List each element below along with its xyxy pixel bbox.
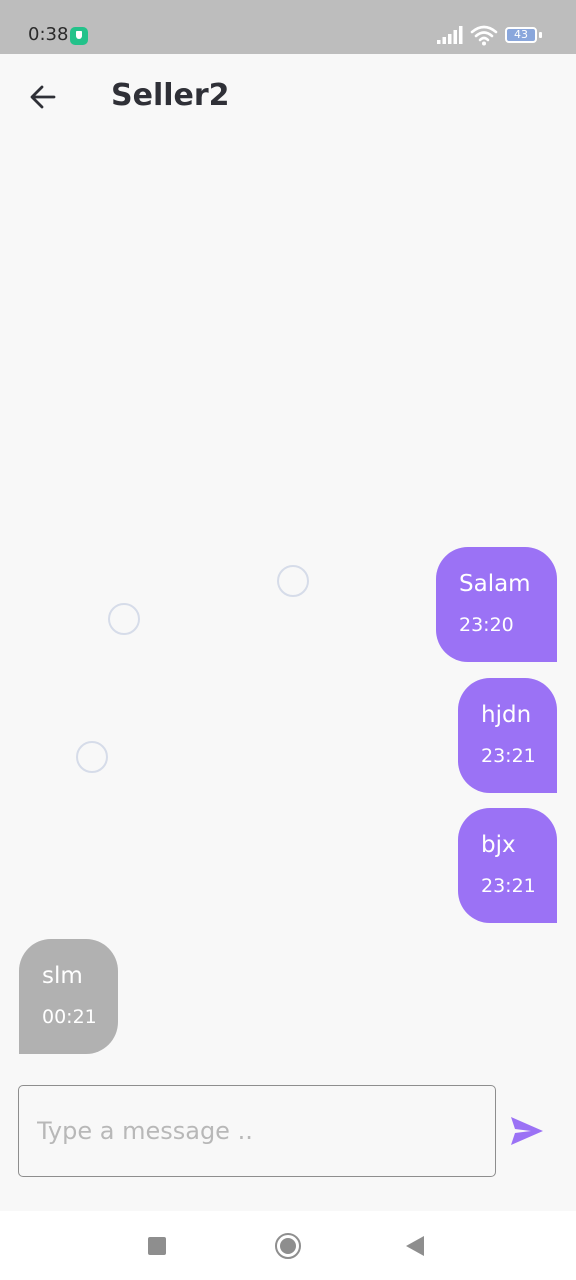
message-text: slm <box>42 963 83 989</box>
back-button[interactable] <box>26 80 60 114</box>
status-bar: 0:38 43 <box>0 0 576 54</box>
battery-icon: 43 <box>505 27 537 43</box>
message-time: 23:20 <box>459 614 514 636</box>
incoming-message[interactable]: slm 00:21 <box>19 939 118 1054</box>
message-text: bjx <box>481 832 516 858</box>
page-title: Seller2 <box>111 78 230 113</box>
signal-icon <box>437 26 463 44</box>
shield-icon <box>70 27 88 45</box>
message-time: 23:21 <box>481 745 536 767</box>
send-icon <box>511 1117 543 1145</box>
outgoing-message[interactable]: bjx 23:21 <box>458 808 557 923</box>
outgoing-message[interactable]: hjdn 23:21 <box>458 678 557 793</box>
home-button[interactable] <box>275 1233 301 1259</box>
loading-ring <box>277 565 309 597</box>
arrow-left-icon <box>30 85 56 109</box>
message-text: Salam <box>459 571 531 597</box>
status-time: 0:38 <box>28 24 69 45</box>
message-time: 23:21 <box>481 875 536 897</box>
loading-ring <box>76 741 108 773</box>
message-text: hjdn <box>481 702 532 728</box>
wifi-icon <box>470 25 498 46</box>
system-back-button[interactable] <box>406 1236 424 1256</box>
recents-button[interactable] <box>148 1237 166 1255</box>
loading-ring <box>108 603 140 635</box>
battery-tip <box>539 32 542 38</box>
send-button[interactable] <box>508 1113 546 1149</box>
message-input[interactable] <box>18 1085 496 1177</box>
system-nav-bar <box>0 1211 576 1280</box>
message-time: 00:21 <box>42 1006 97 1028</box>
outgoing-message[interactable]: Salam 23:20 <box>436 547 557 662</box>
battery-level: 43 <box>514 28 528 41</box>
